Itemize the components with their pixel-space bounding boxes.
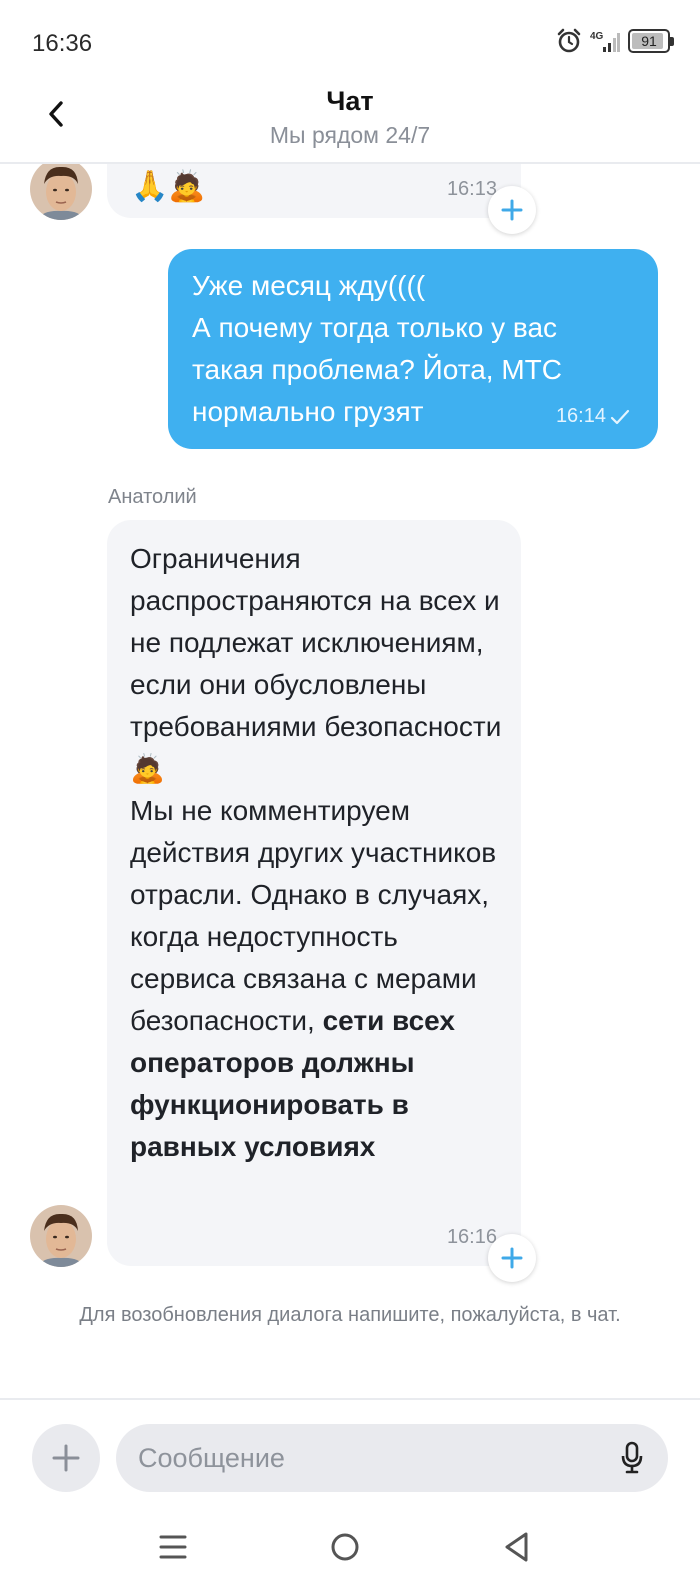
page-title: Чат	[326, 86, 374, 116]
check-icon	[610, 409, 630, 424]
message-bubble-outgoing[interactable]: Уже месяц жду(((( А почему тогда только …	[168, 249, 658, 449]
avatar[interactable]	[30, 1205, 92, 1267]
system-note: Для возобновления диалога напишите, пожа…	[79, 1304, 621, 1326]
alarm-icon	[557, 28, 581, 53]
battery-percent: 91	[641, 33, 657, 49]
system-nav-bar	[0, 1502, 700, 1594]
status-icons: 4G 91	[556, 28, 674, 54]
message-bubble-incoming[interactable]: Ограничения распространяются на всех и н…	[107, 520, 521, 1266]
chat-header: Чат Мы рядом 24/7	[0, 80, 700, 164]
signal-icon: 4G	[590, 31, 620, 52]
add-reaction-button[interactable]	[488, 186, 536, 234]
menu-button[interactable]	[148, 1522, 198, 1572]
message-text-regular: Ограничения распространяются на всех и н…	[130, 543, 502, 1036]
status-bar: 16:36 4G 91	[0, 0, 700, 86]
status-time: 16:36	[32, 30, 93, 57]
battery-icon: 91	[628, 29, 674, 53]
avatar-image	[30, 164, 92, 220]
plus-icon	[501, 1247, 523, 1269]
back-nav-button[interactable]	[492, 1522, 542, 1572]
menu-icon	[159, 1535, 187, 1559]
message-bubble-incoming[interactable]: 🙏🙇 16:13	[107, 164, 521, 218]
home-button[interactable]	[320, 1522, 370, 1572]
add-reaction-button[interactable]	[488, 1234, 536, 1282]
message-field[interactable]	[116, 1424, 668, 1492]
message-time: 16:13	[446, 178, 497, 200]
back-icon	[505, 1532, 528, 1562]
message-list[interactable]: 🙏🙇 16:13 Уже месяц жду(((( А почему тогд…	[0, 164, 700, 1400]
message-text: Ограничения распространяются на всех и н…	[130, 538, 502, 1168]
avatar[interactable]	[30, 164, 92, 220]
network-type: 4G	[590, 31, 604, 42]
message-emoji: 🙏🙇	[131, 170, 206, 203]
message-meta: 16:14	[556, 405, 630, 428]
message-time: 16:14	[555, 405, 606, 427]
plus-icon	[52, 1444, 80, 1472]
message-time: 16:16	[446, 1226, 497, 1248]
page-subtitle: Мы рядом 24/7	[269, 122, 431, 148]
microphone-button[interactable]	[614, 1439, 650, 1477]
microphone-icon	[621, 1441, 643, 1474]
chat-screen: 16:36 4G 91 Чат Мы рядом 24/7 🙏🙇 16:13 У…	[0, 0, 700, 1594]
avatar-image	[30, 1205, 92, 1267]
message-input[interactable]	[138, 1424, 598, 1492]
plus-icon	[501, 199, 523, 221]
attach-button[interactable]	[32, 1424, 100, 1492]
message-composer	[0, 1398, 700, 1502]
sender-name: Анатолий	[108, 486, 197, 508]
home-icon	[331, 1533, 359, 1561]
